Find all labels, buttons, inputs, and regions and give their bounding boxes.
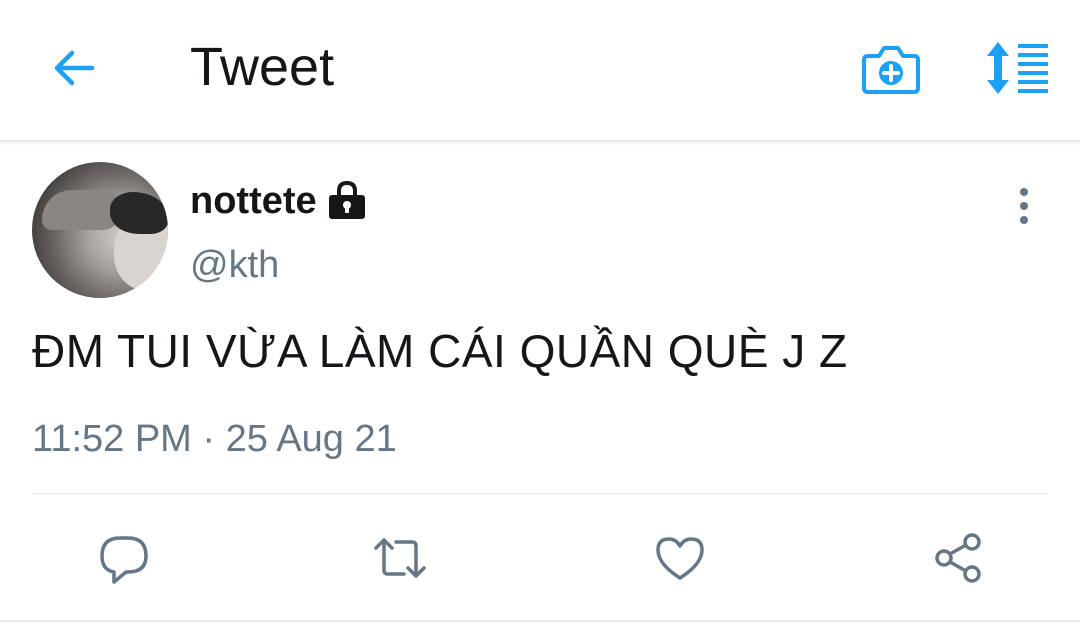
camera-plus-icon xyxy=(862,46,920,94)
avatar[interactable] xyxy=(32,162,168,298)
divider xyxy=(32,493,1048,494)
camera-button[interactable] xyxy=(860,38,922,98)
bottom-divider xyxy=(0,620,1080,622)
arrow-left-icon xyxy=(54,50,95,86)
heart-icon xyxy=(656,537,704,580)
user-handle[interactable]: @kth xyxy=(190,242,279,288)
tweet-timestamp[interactable]: 11:52 PM · 25 Aug 21 xyxy=(32,416,397,462)
share-button[interactable] xyxy=(928,528,988,588)
like-button[interactable] xyxy=(650,528,710,588)
retweet-button[interactable] xyxy=(370,528,430,588)
back-button[interactable] xyxy=(48,42,100,94)
tweet-text: ĐM TUI VỪA LÀM CÁI QUẦN QUÈ J Z xyxy=(32,325,848,377)
sort-button[interactable] xyxy=(982,38,1052,98)
reply-button[interactable] xyxy=(94,528,154,588)
vertical-ellipsis-icon xyxy=(1020,188,1028,224)
more-options-button[interactable] xyxy=(1004,182,1044,230)
sort-updown-icon xyxy=(987,42,1048,94)
share-icon xyxy=(935,533,981,583)
top-app-bar: Tweet xyxy=(0,0,1080,141)
reply-icon xyxy=(100,536,148,584)
page-title: Tweet xyxy=(190,37,335,97)
display-name[interactable]: nottete xyxy=(190,178,317,224)
lock-icon xyxy=(326,180,368,220)
retweet-icon xyxy=(374,538,426,578)
